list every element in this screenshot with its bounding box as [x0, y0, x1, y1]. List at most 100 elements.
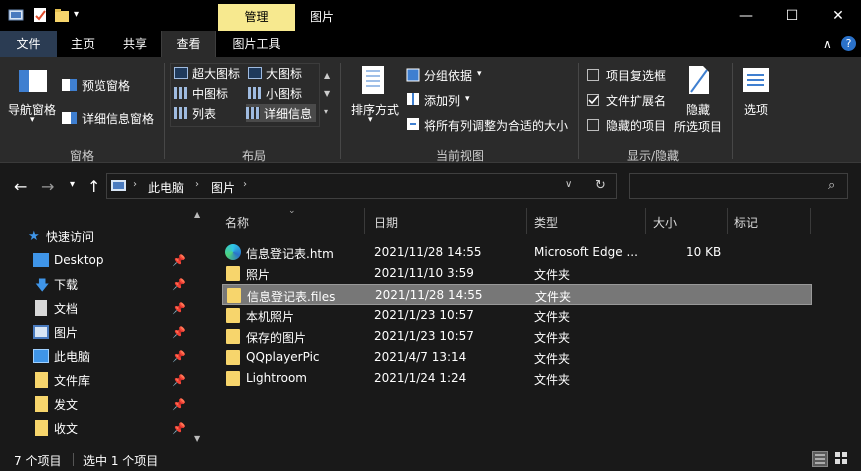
column-header-type[interactable]: 类型 — [534, 214, 558, 231]
hide-button[interactable]: 隐藏 — [686, 101, 710, 118]
sidebar-item-incoming[interactable]: 收文 📌 — [0, 416, 190, 440]
file-name: 本机照片 — [246, 310, 295, 324]
column-header-name[interactable]: 名称 — [225, 214, 249, 231]
details-view-icon[interactable] — [812, 451, 828, 467]
address-bar[interactable]: › 此电脑 › 图片 › ∨ ↻ — [106, 173, 617, 199]
pin-icon[interactable]: 📌 — [172, 326, 186, 339]
breadcrumb-pictures[interactable]: 图片 — [211, 179, 235, 196]
properties-icon[interactable] — [32, 7, 48, 23]
size-all-columns-button[interactable]: 将所有列调整为合适的大小 — [424, 117, 568, 134]
list-item[interactable]: Lightroom 2021/1/24 1:24 文件夹 — [222, 368, 812, 389]
hide-selected-button[interactable]: 所选项目 — [674, 118, 722, 135]
title-bar: ▾ 管理 图片 — ☐ ✕ — [0, 0, 861, 31]
layout-large-icons[interactable]: 大图标 — [248, 64, 302, 82]
large-icons-view-icon[interactable] — [834, 451, 850, 467]
column-divider[interactable] — [810, 208, 811, 234]
sort-by-button[interactable]: 排序方式 — [351, 101, 399, 118]
up-arrow-icon[interactable]: ↑ — [87, 177, 100, 196]
layout-extra-large-icons[interactable]: 超大图标 — [174, 64, 240, 82]
layout-details[interactable]: 详细信息 — [246, 104, 317, 122]
column-divider[interactable] — [526, 208, 527, 234]
details-pane-icon — [62, 111, 78, 128]
sidebar-item-quick-access[interactable]: ★ 快速访问 — [0, 224, 190, 248]
layout-scroll-arrows[interactable]: ▲ ▼ ▾ — [324, 67, 330, 121]
chevron-down-icon: ▾ — [368, 115, 373, 125]
navigation-pane-icon[interactable] — [18, 69, 48, 96]
pin-icon[interactable]: 📌 — [172, 302, 186, 315]
search-input[interactable]: ⌕ — [629, 173, 848, 199]
add-column-button[interactable]: 添加列 — [424, 92, 460, 109]
list-item[interactable]: 照片 2021/11/10 3:59 文件夹 — [222, 263, 812, 284]
small-icons-icon — [248, 87, 262, 99]
file-name: 照片 — [246, 268, 271, 282]
column-divider[interactable] — [645, 208, 646, 234]
list-item-selected[interactable]: 信息登记表.files 2021/11/28 14:55 文件夹 — [222, 284, 812, 305]
breadcrumb-this-pc[interactable]: 此电脑 — [148, 179, 184, 196]
layout-list[interactable]: 列表 — [174, 104, 216, 122]
column-divider[interactable] — [364, 208, 365, 234]
sidebar-item-pictures[interactable]: 图片 📌 — [0, 320, 190, 344]
sidebar-item-library[interactable]: 文件库 📌 — [0, 368, 190, 392]
sidebar-item-documents[interactable]: 文档 📌 — [0, 296, 190, 320]
scroll-up-icon[interactable]: ▲ — [194, 210, 200, 219]
group-label-panes: 窗格 — [70, 149, 95, 163]
sidebar-item-label: Desktop — [54, 253, 104, 267]
chevron-down-icon: ▾ — [477, 69, 482, 79]
help-icon[interactable]: ? — [841, 36, 856, 51]
tab-file[interactable]: 文件 — [0, 31, 57, 57]
list-item[interactable]: QQplayerPic 2021/4/7 13:14 文件夹 — [222, 347, 812, 368]
maximize-button[interactable]: ☐ — [769, 0, 815, 31]
details-pane-button[interactable]: 详细信息窗格 — [82, 110, 154, 127]
list-item[interactable]: 本机照片 2021/1/23 10:57 文件夹 — [222, 305, 812, 326]
recent-locations-chevron-icon[interactable]: ▾ — [70, 179, 75, 190]
window-icon[interactable] — [8, 7, 24, 23]
sidebar-item-this-pc[interactable]: 此电脑 📌 — [0, 344, 190, 368]
options-button[interactable]: 选项 — [744, 101, 768, 118]
sidebar-item-label: 文档 — [54, 301, 79, 316]
scroll-down-icon[interactable]: ▼ — [194, 434, 200, 443]
tab-view[interactable]: 查看 — [161, 31, 216, 57]
tab-home[interactable]: 主页 — [57, 31, 109, 57]
preview-pane-button[interactable]: 预览窗格 — [82, 77, 130, 94]
tab-share[interactable]: 共享 — [109, 31, 161, 57]
pin-icon[interactable]: 📌 — [172, 398, 186, 411]
customize-quick-access-icon[interactable]: ▾ — [74, 9, 90, 25]
pin-icon[interactable]: 📌 — [172, 374, 186, 387]
minimize-button[interactable]: — — [723, 0, 769, 31]
pin-icon[interactable]: 📌 — [172, 278, 186, 291]
refresh-icon[interactable]: ↻ — [595, 178, 606, 193]
hidden-items-checkbox[interactable] — [587, 119, 599, 131]
forward-arrow-icon[interactable]: → — [41, 177, 54, 196]
add-column-icon — [406, 92, 420, 109]
sidebar-item-outgoing[interactable]: 发文 📌 — [0, 392, 190, 416]
document-icon — [35, 300, 47, 316]
column-divider[interactable] — [727, 208, 728, 234]
item-checkboxes-checkbox[interactable] — [587, 69, 599, 81]
sidebar-scrollbar[interactable]: ▲ ▼ — [190, 208, 206, 448]
pin-icon[interactable]: 📌 — [172, 254, 186, 267]
column-header-size[interactable]: 大小 — [653, 214, 677, 231]
file-name: QQplayerPic — [246, 350, 320, 364]
column-header-date[interactable]: 日期 — [374, 214, 398, 231]
picture-tools-context-tab[interactable]: 管理 — [218, 4, 295, 31]
column-header-tags[interactable]: 标记 — [734, 214, 758, 231]
tab-picture-tools[interactable]: 图片工具 — [218, 31, 295, 57]
new-folder-icon[interactable] — [54, 7, 70, 23]
pin-icon[interactable]: 📌 — [172, 422, 186, 435]
collapse-ribbon-icon[interactable]: ∧ — [823, 37, 832, 51]
hidden-items-label: 隐藏的项目 — [606, 119, 667, 133]
sidebar-item-downloads[interactable]: 🡇 下载 📌 — [0, 272, 190, 296]
list-item[interactable]: 信息登记表.htm 2021/11/28 14:55 Microsoft Edg… — [222, 242, 812, 263]
file-extensions-checkbox[interactable] — [587, 94, 599, 106]
address-history-chevron-icon[interactable]: ∨ — [565, 179, 572, 190]
group-by-button[interactable]: 分组依据 — [424, 67, 472, 84]
back-arrow-icon[interactable]: ← — [14, 177, 27, 196]
folder-icon — [35, 420, 48, 436]
close-button[interactable]: ✕ — [815, 0, 861, 31]
layout-medium-icons[interactable]: 中图标 — [174, 84, 228, 102]
pictures-icon — [33, 325, 49, 339]
pin-icon[interactable]: 📌 — [172, 350, 186, 363]
layout-small-icons[interactable]: 小图标 — [248, 84, 302, 102]
list-item[interactable]: 保存的图片 2021/1/23 10:57 文件夹 — [222, 326, 812, 347]
sidebar-item-desktop[interactable]: Desktop 📌 — [0, 248, 190, 272]
